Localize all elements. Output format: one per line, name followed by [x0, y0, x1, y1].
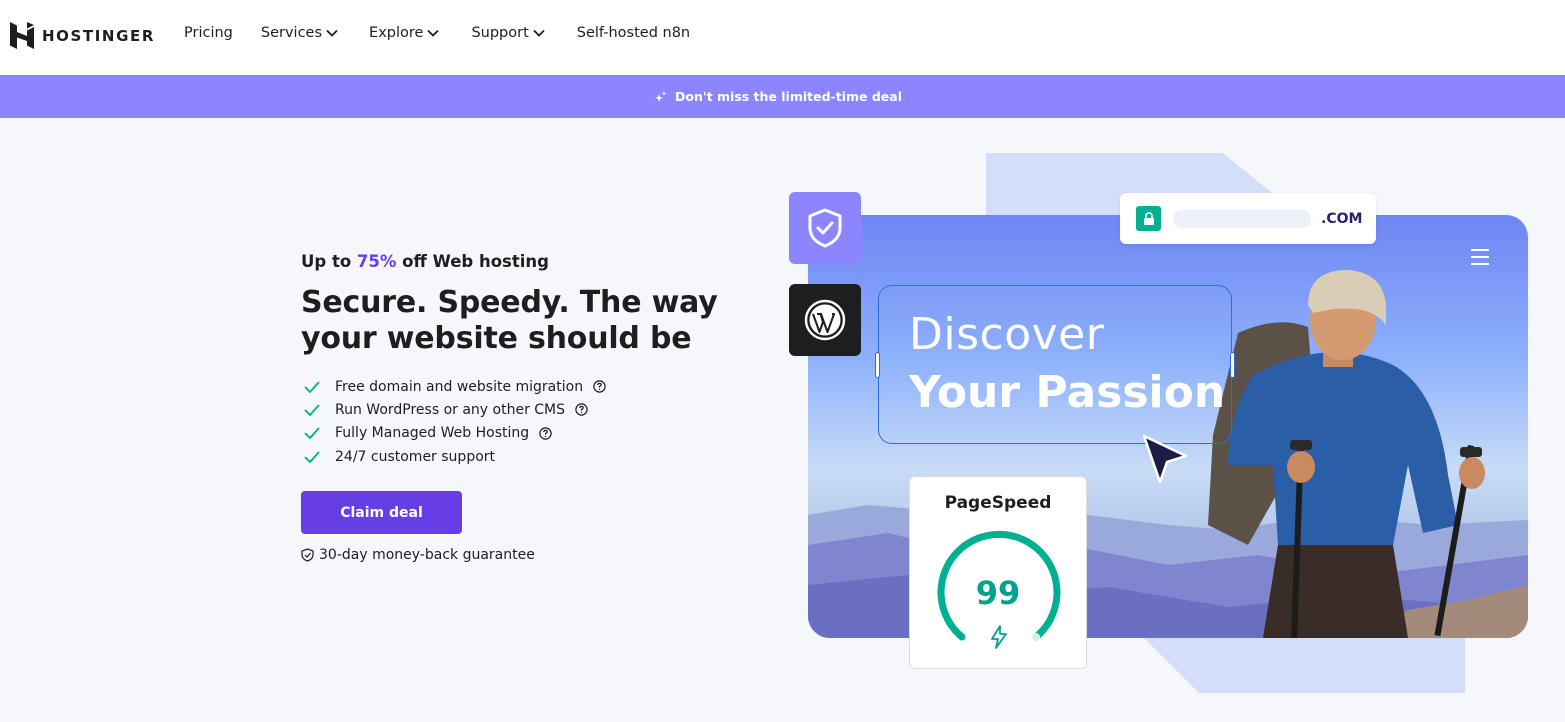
feature-label: 24/7 customer support — [335, 448, 496, 465]
feature-item: Free domain and website migration — [301, 375, 741, 398]
feature-list: Free domain and website migration Run Wo… — [301, 375, 741, 468]
guarantee-text: 30-day money-back guarantee — [319, 547, 535, 564]
chevron-down-icon — [533, 29, 545, 37]
help-icon[interactable] — [593, 380, 606, 393]
feature-label: Run WordPress or any other CMS — [335, 401, 566, 418]
nav-self-hosted-n8n[interactable]: Self-hosted n8n — [577, 25, 690, 41]
help-icon[interactable] — [539, 427, 552, 440]
brand-name: HOSTINGER — [42, 26, 155, 45]
pagespeed-score: 99 — [975, 574, 1021, 612]
check-icon — [304, 381, 320, 393]
nav-explore[interactable]: Explore — [369, 25, 440, 41]
domain-tld: .COM — [1321, 210, 1363, 227]
discount-percent: 75% — [356, 252, 397, 271]
feature-item: 24/7 customer support — [301, 445, 741, 468]
nav-pricing[interactable]: Pricing — [184, 25, 233, 41]
lock-icon — [1136, 206, 1161, 231]
url-bar: .COM — [1120, 193, 1376, 244]
feature-item: Fully Managed Web Hosting — [301, 422, 741, 445]
site-header: HOSTINGER Pricing Services Explore Suppo… — [0, 0, 1565, 75]
nav-support-label: Support — [471, 25, 529, 41]
nav-self-hosted-label: Self-hosted n8n — [576, 25, 691, 41]
wordpress-tile — [789, 284, 861, 356]
main-nav: Pricing Services Explore Support Self-ho… — [184, 25, 690, 41]
discount-eyebrow: Up to 75% off Web hosting — [301, 252, 741, 271]
shield-check-icon — [808, 208, 842, 248]
check-icon — [304, 404, 320, 416]
promo-content: Don't miss the limited-time deal — [655, 89, 902, 104]
hero-content: Up to 75% off Web hosting Secure. Speedy… — [301, 252, 741, 563]
nav-support[interactable]: Support — [471, 25, 545, 41]
passion-text: Your Passion — [909, 367, 1226, 418]
hostinger-logo-icon — [10, 22, 34, 49]
promo-banner[interactable]: Don't miss the limited-time deal — [0, 75, 1565, 118]
pagespeed-card: PageSpeed 99 — [909, 476, 1087, 669]
claim-deal-button[interactable]: Claim deal — [301, 491, 462, 535]
url-placeholder — [1173, 209, 1311, 228]
check-icon — [304, 427, 320, 440]
sparkles-icon — [655, 90, 667, 102]
promo-text: Don't miss the limited-time deal — [675, 89, 902, 104]
money-back-guarantee: 30-day money-back guarantee — [301, 547, 741, 563]
hero-illustration: .COM Discover Your Passion PageSpeed 99 — [765, 150, 1565, 722]
nav-services[interactable]: Services — [261, 25, 338, 41]
feature-item: Run WordPress or any other CMS — [301, 398, 741, 421]
feature-label: Free domain and website migration — [335, 378, 584, 395]
hostinger-logo[interactable]: HOSTINGER — [10, 22, 155, 49]
shield-check-icon — [301, 548, 314, 562]
nav-services-label: Services — [260, 25, 323, 41]
nav-explore-label: Explore — [369, 25, 424, 41]
check-icon — [304, 450, 320, 463]
selection-box: Discover Your Passion — [875, 285, 1235, 444]
resize-handle — [875, 352, 880, 378]
nav-pricing-label: Pricing — [184, 25, 233, 41]
pagespeed-title: PageSpeed — [944, 493, 1052, 513]
lightning-icon — [991, 625, 1007, 649]
hamburger-menu-icon[interactable] — [1470, 247, 1490, 267]
discover-text: Discover — [909, 309, 1105, 360]
feature-label: Fully Managed Web Hosting — [335, 425, 530, 442]
resize-handle — [1230, 352, 1235, 378]
cursor-arrow-icon — [1142, 434, 1188, 484]
chevron-down-icon — [326, 29, 338, 37]
page-title: Secure. Speedy. The way your website sho… — [301, 285, 718, 356]
eyebrow-suffix: off Web hosting — [396, 252, 549, 271]
eyebrow-prefix: Up to — [301, 252, 357, 271]
security-tile — [789, 192, 861, 264]
chevron-down-icon — [427, 29, 440, 37]
wordpress-icon — [804, 299, 846, 341]
help-icon[interactable] — [575, 403, 588, 417]
